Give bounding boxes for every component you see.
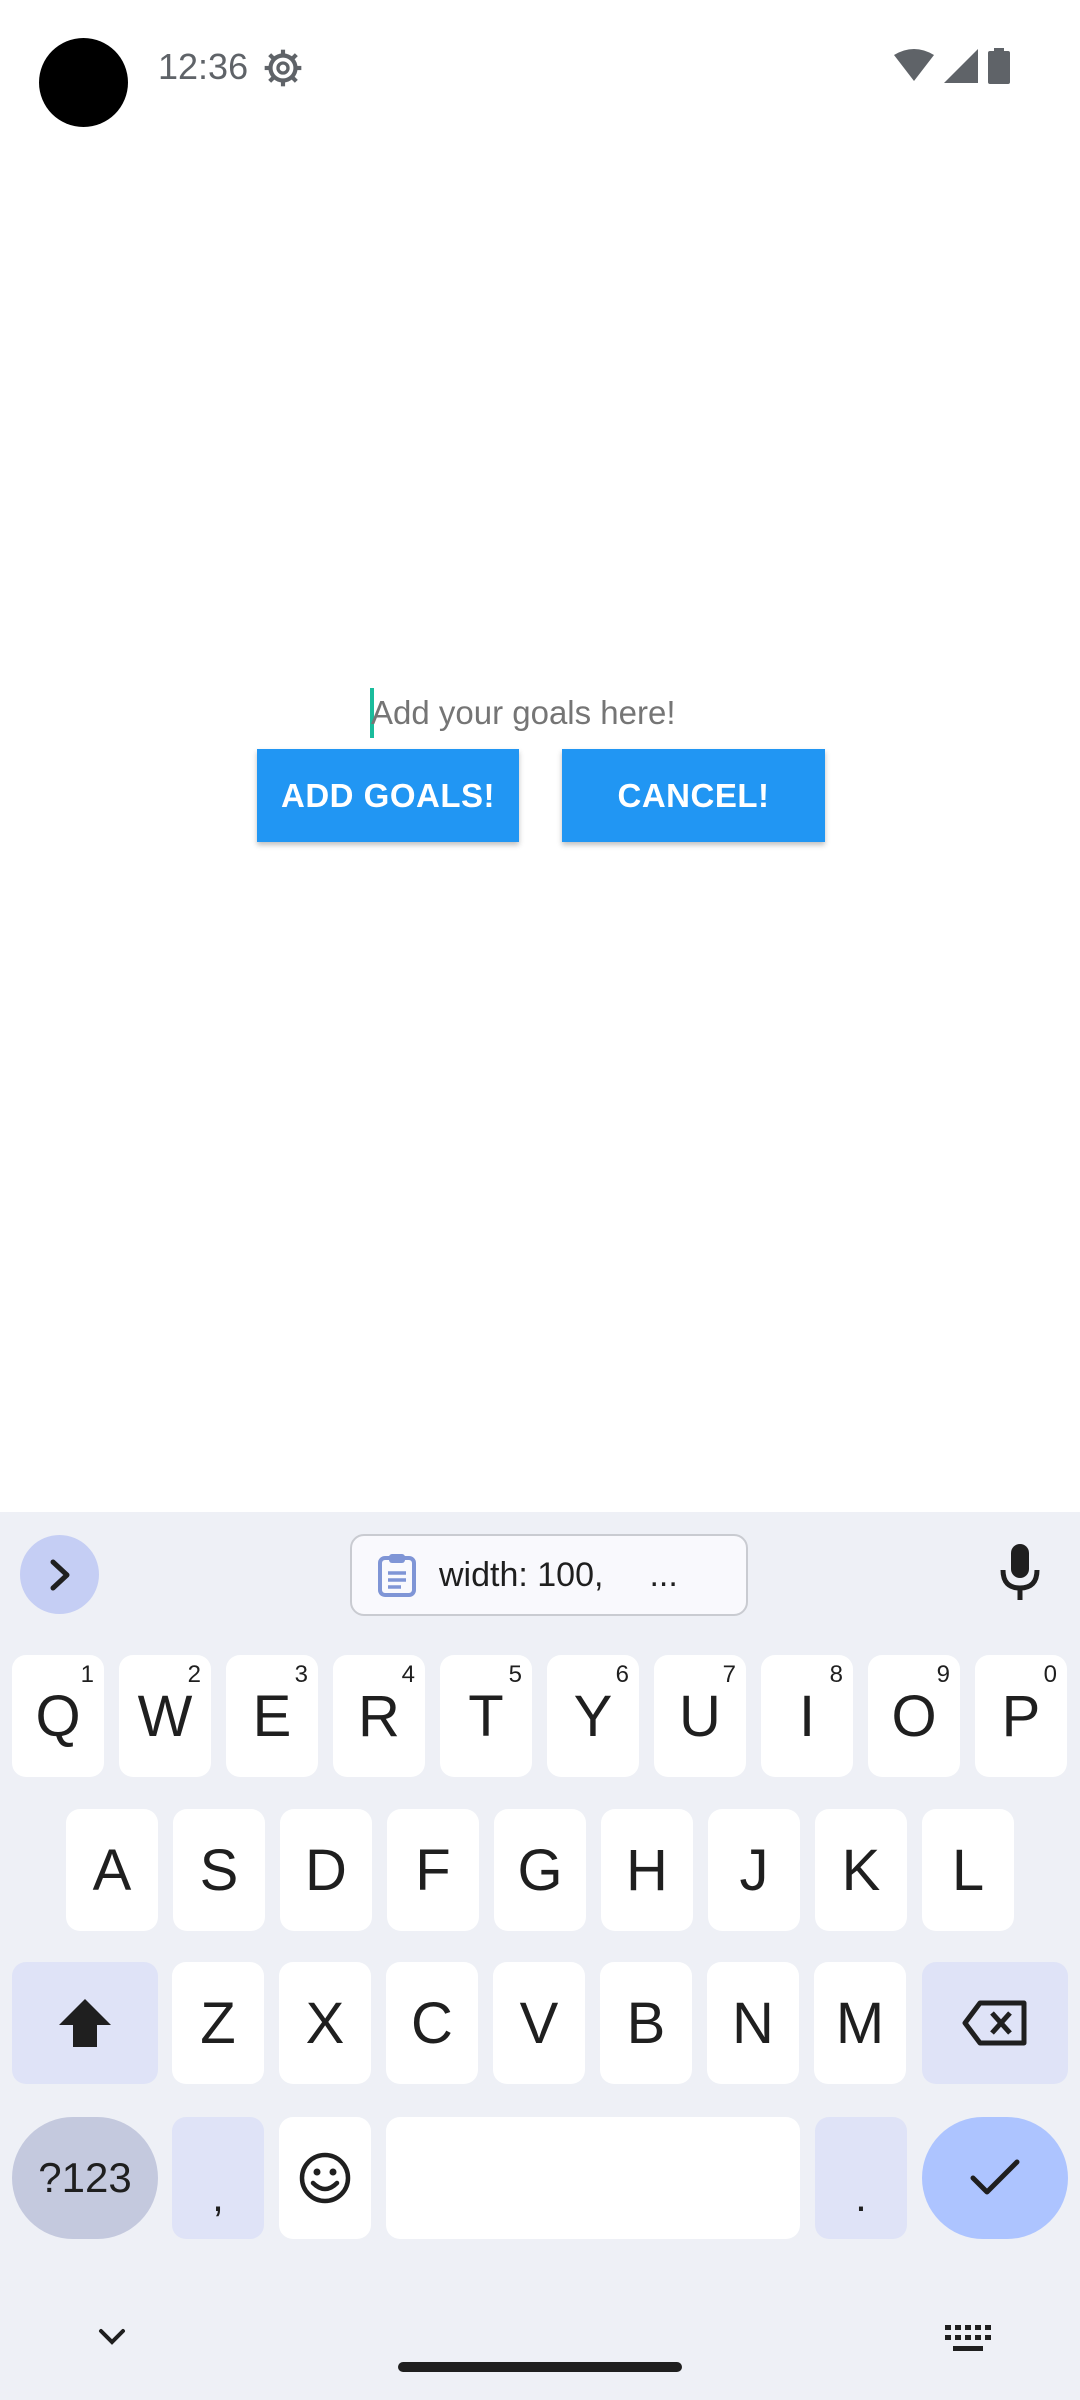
emoji-icon — [299, 2152, 351, 2204]
key-h[interactable]: H — [601, 1809, 693, 1931]
gear-icon — [264, 49, 302, 87]
period-key[interactable]: . — [815, 2117, 907, 2239]
wifi-icon — [894, 49, 934, 81]
home-gesture-bar[interactable] — [398, 2362, 682, 2372]
key-f[interactable]: F — [387, 1809, 479, 1931]
key-s[interactable]: S — [173, 1809, 265, 1931]
symbols-key[interactable]: ?123 — [12, 2117, 158, 2239]
key-label: Q — [35, 1683, 81, 1749]
status-bar: 12:36 — [0, 0, 1080, 140]
key-label: U — [679, 1683, 721, 1749]
status-time: 12:36 — [158, 46, 249, 87]
key-i[interactable]: I8 — [761, 1655, 853, 1777]
soft-keyboard: width: 100, ... ?123 , . Q 1 W 2 E 3 R 4… — [0, 1512, 1080, 2400]
key-d[interactable]: D — [280, 1809, 372, 1931]
goal-input[interactable]: Add your goals here! — [371, 685, 711, 741]
key-number-hint: 2 — [187, 1661, 201, 1688]
key-a[interactable]: A — [66, 1809, 158, 1931]
key-label: E — [252, 1683, 292, 1749]
key-u[interactable]: U7 — [654, 1655, 746, 1777]
key-number-hint: 3 — [294, 1661, 308, 1688]
key-m[interactable]: M — [814, 1962, 906, 2084]
key-number-hint: 8 — [829, 1661, 843, 1688]
backspace-icon — [962, 2000, 1027, 2046]
key-v[interactable]: V — [493, 1962, 585, 2084]
key-label: P — [1001, 1683, 1041, 1749]
keyboard-switch-icon[interactable] — [945, 2325, 991, 2355]
key-k[interactable]: K — [815, 1809, 907, 1931]
clipboard-suggestion[interactable]: width: 100, ... — [350, 1534, 748, 1616]
camera-cutout — [39, 38, 128, 127]
key-number-hint: 7 — [722, 1661, 736, 1688]
key-j[interactable]: J — [708, 1809, 800, 1931]
keyboard-toolbar: width: 100, ... — [0, 1512, 1080, 1632]
enter-key[interactable] — [922, 2117, 1068, 2239]
key-label: W — [137, 1683, 193, 1749]
clipboard-ellipsis: ... — [649, 1555, 678, 1594]
space-key[interactable] — [386, 2117, 800, 2239]
key-number-hint: 0 — [1043, 1661, 1057, 1688]
key-label: T — [468, 1683, 504, 1749]
key-t[interactable]: T5 — [440, 1655, 532, 1777]
key-number-hint: 4 — [401, 1661, 415, 1688]
key-x[interactable]: X — [279, 1962, 371, 2084]
key-number-hint: 5 — [508, 1661, 522, 1688]
add-goals-button[interactable]: ADD GOALS! — [257, 749, 519, 842]
key-q[interactable]: Q1 — [12, 1655, 104, 1777]
comma-key[interactable]: , — [172, 2117, 264, 2239]
key-g[interactable]: G — [494, 1809, 586, 1931]
chevron-right-icon — [50, 1559, 69, 1590]
key-label: I — [798, 1683, 816, 1749]
battery-icon — [988, 48, 1010, 84]
key-w[interactable]: W2 — [119, 1655, 211, 1777]
shift-key[interactable] — [12, 1962, 158, 2084]
keyboard-expand-button[interactable] — [20, 1535, 99, 1614]
key-number-hint: 1 — [80, 1661, 94, 1688]
key-z[interactable]: Z — [172, 1962, 264, 2084]
key-b[interactable]: B — [600, 1962, 692, 2084]
clipboard-text: width: 100, — [439, 1555, 604, 1594]
key-label: Y — [573, 1683, 613, 1749]
key-r[interactable]: R4 — [333, 1655, 425, 1777]
key-e[interactable]: E3 — [226, 1655, 318, 1777]
key-p[interactable]: P0 — [975, 1655, 1067, 1777]
backspace-key[interactable] — [922, 1962, 1068, 2084]
emoji-key[interactable] — [279, 2117, 371, 2239]
hide-keyboard-icon[interactable] — [95, 2325, 129, 2349]
clipboard-icon — [378, 1554, 416, 1597]
key-o[interactable]: O9 — [868, 1655, 960, 1777]
key-number-hint: 6 — [615, 1661, 629, 1688]
key-label: R — [358, 1683, 400, 1749]
key-c[interactable]: C — [386, 1962, 478, 2084]
key-label: O — [891, 1683, 937, 1749]
microphone-icon[interactable] — [995, 1542, 1045, 1602]
key-l[interactable]: L — [922, 1809, 1014, 1931]
shift-icon — [59, 1999, 111, 2047]
checkmark-icon — [970, 2159, 1020, 2195]
cancel-button[interactable]: CANCEL! — [562, 749, 825, 842]
key-number-hint: 9 — [936, 1661, 950, 1688]
signal-icon — [944, 49, 978, 83]
key-n[interactable]: N — [707, 1962, 799, 2084]
key-y[interactable]: Y6 — [547, 1655, 639, 1777]
